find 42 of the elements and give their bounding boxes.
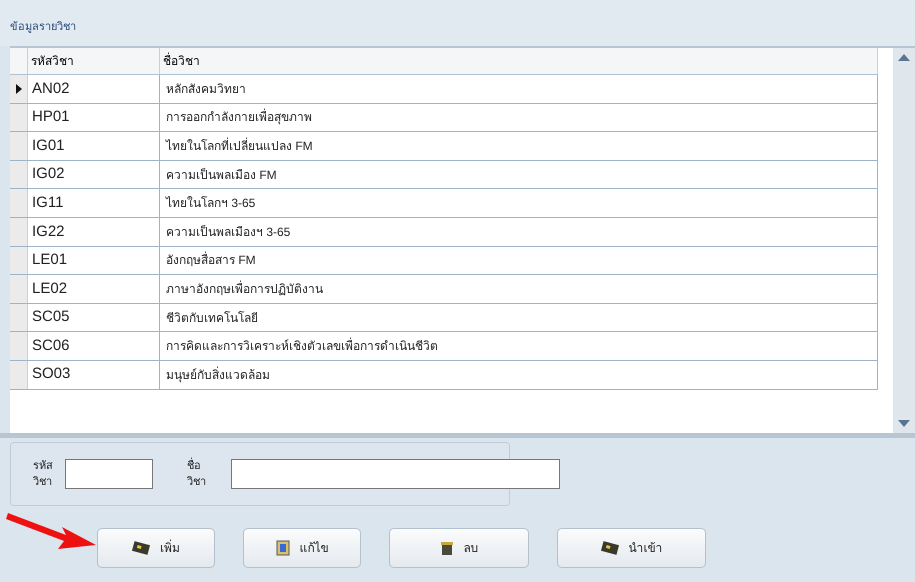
panel-title: ข้อมูลรายวิชา bbox=[10, 21, 76, 33]
column-header: รหัสวิชา bbox=[28, 48, 160, 74]
table-cell: IG11 bbox=[28, 189, 160, 217]
input-field[interactable] bbox=[230, 459, 560, 489]
table-cell: SO03 bbox=[28, 360, 160, 389]
toolbar-button[interactable]: เพิ่ม bbox=[97, 528, 215, 568]
input-field[interactable] bbox=[65, 459, 153, 489]
table-cell: AN02 bbox=[28, 75, 160, 103]
toolbar-button[interactable]: ลบ bbox=[389, 528, 529, 568]
table-cell: ชีวิตกับเทคโนโลยี bbox=[160, 304, 878, 332]
column-header: ชื่อวิชา bbox=[160, 48, 878, 74]
document-icon bbox=[276, 540, 290, 556]
scrollbar[interactable] bbox=[893, 48, 915, 433]
current-row-icon bbox=[16, 84, 22, 94]
table-cell: LE02 bbox=[28, 275, 160, 303]
toolbar-button[interactable]: แก้ไข bbox=[243, 528, 361, 568]
toolbar-button[interactable]: นำเข้า bbox=[557, 528, 706, 568]
table-cell: ไทยในโลกฯ 3-65 bbox=[160, 189, 878, 217]
scroll-up-icon[interactable] bbox=[898, 54, 910, 61]
field-label: รหัสวิชา bbox=[33, 458, 53, 490]
table-cell: ความเป็นพลเมืองฯ 3-65 bbox=[160, 218, 878, 246]
table-cell: หลักสังคมวิทยา bbox=[160, 75, 878, 103]
table-cell: มนุษย์กับสิ่งแวดล้อม bbox=[160, 360, 878, 389]
table-cell: การออกกำลังกายเพื่อสุขภาพ bbox=[160, 104, 878, 132]
table-cell: SC05 bbox=[28, 304, 160, 332]
table-cell: IG22 bbox=[28, 218, 160, 246]
field-label: ชื่อวิชา bbox=[187, 458, 207, 490]
table-cell: ความเป็นพลเมือง FM bbox=[160, 160, 878, 188]
table-cell: อังกฤษสื่อสาร FM bbox=[160, 246, 878, 274]
table-cell: ไทยในโลกที่เปลี่ยนแปลง FM bbox=[160, 132, 878, 160]
scroll-down-icon[interactable] bbox=[898, 420, 910, 427]
table-cell: LE01 bbox=[28, 246, 160, 274]
table-cell: SC06 bbox=[28, 332, 160, 360]
table-cell: IG01 bbox=[28, 132, 160, 160]
table-cell: การคิดและการวิเคราะห์เชิงตัวเลขเพื่อการดำเนินชีวิต bbox=[160, 332, 878, 360]
table-cell: ภาษาอังกฤษเพื่อการปฏิบัติงาน bbox=[160, 275, 878, 303]
bin-icon bbox=[440, 540, 454, 556]
table-cell: IG02 bbox=[28, 160, 160, 188]
table-cell: HP01 bbox=[28, 104, 160, 132]
row-header[interactable] bbox=[10, 75, 28, 103]
film-icon bbox=[132, 541, 150, 555]
film-icon bbox=[600, 541, 618, 555]
